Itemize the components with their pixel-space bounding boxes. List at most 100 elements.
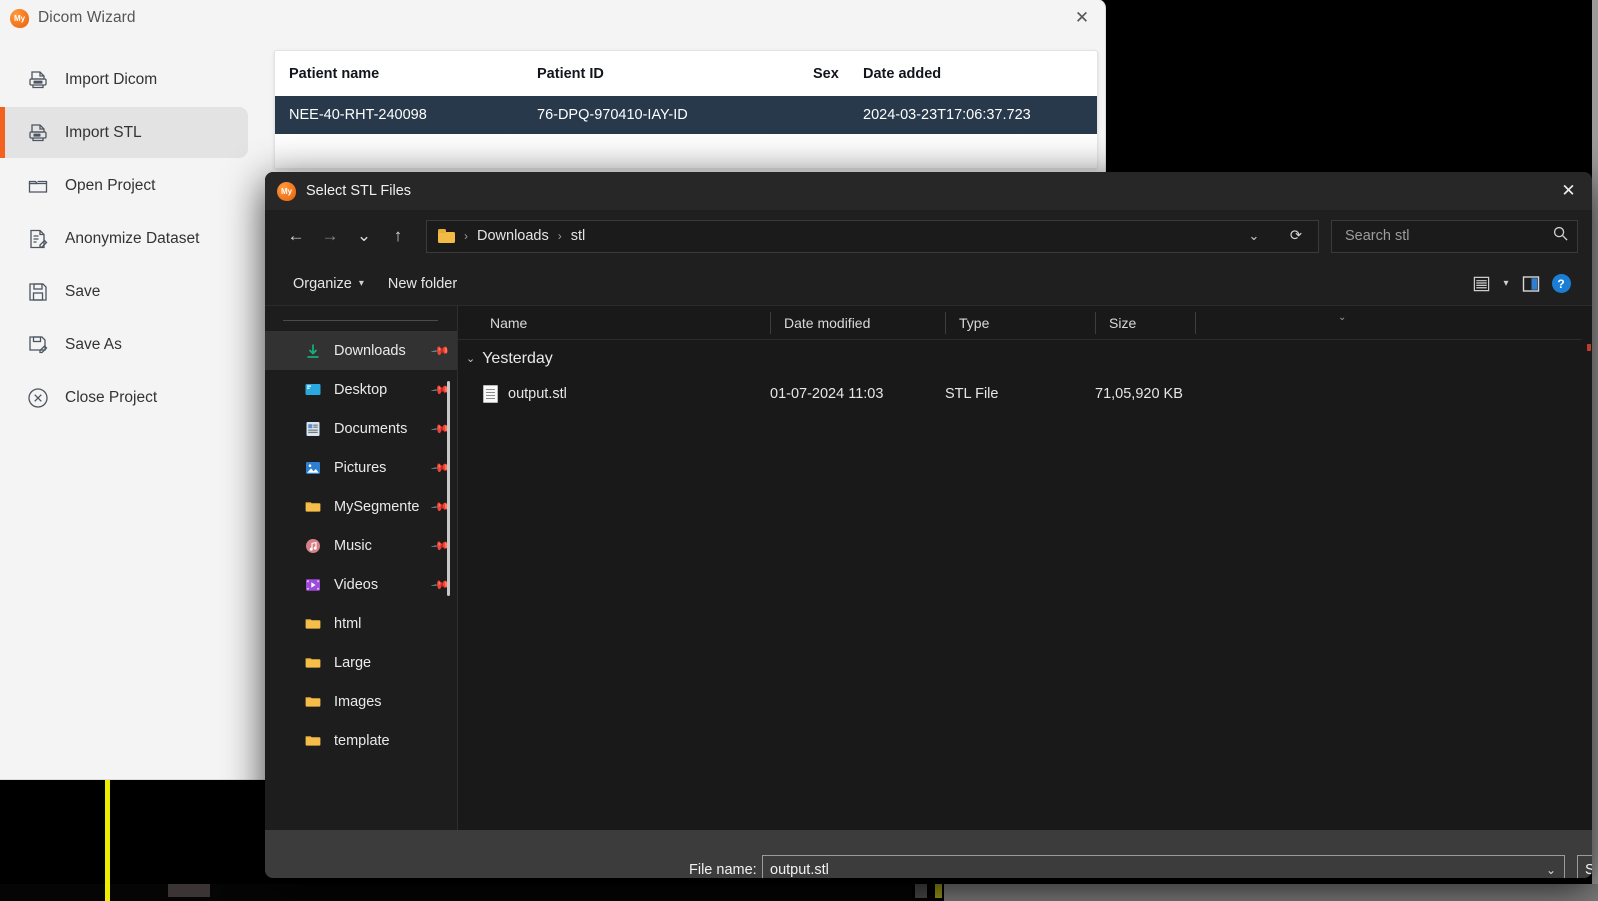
file-group-header-yesterday[interactable]: ⌄ Yesterday — [458, 340, 1592, 377]
sidebar-item-videos[interactable]: Videos 📌 — [265, 565, 458, 604]
sidebar-item-images[interactable]: Images — [265, 682, 458, 721]
pictures-icon — [303, 458, 322, 477]
refresh-icon[interactable]: ⟳ — [1278, 221, 1314, 252]
column-header-type[interactable]: Type — [945, 312, 1095, 334]
viewport-yellow-edge — [105, 775, 110, 901]
dialog-close-icon[interactable]: ✕ — [1545, 172, 1592, 210]
sidebar-item-mysegmente[interactable]: MySegmente 📌 — [265, 487, 458, 526]
folder-icon — [303, 731, 322, 750]
sidebar-item-save[interactable]: Save — [0, 266, 248, 317]
pin-icon[interactable]: 📌 — [430, 340, 450, 360]
file-list-scrollbar[interactable] — [1582, 339, 1592, 830]
sidebar-item-label: Import Dicom — [65, 71, 157, 89]
list-item[interactable]: output.stl 01-07-2024 11:03 STL File 71,… — [458, 377, 1592, 411]
search-icon[interactable] — [1552, 225, 1569, 247]
sidebar-item-label: Images — [334, 694, 448, 710]
sidebar-item-music[interactable]: Music 📌 — [265, 526, 458, 565]
file-list-header: Name Date modified Type Size ⌄ — [458, 306, 1592, 340]
organize-button[interactable]: Organize ▾ — [281, 269, 376, 299]
cell-patient-name: NEE-40-RHT-240098 — [275, 107, 537, 123]
file-type-combobox[interactable]: STL files (*.stl) ⌄ — [1577, 855, 1592, 878]
file-name-label: File name: — [689, 862, 757, 878]
file-type: STL File — [945, 386, 1095, 402]
column-header-patient-id[interactable]: Patient ID — [537, 66, 813, 82]
sidebar-item-import-stl[interactable]: Import STL — [0, 107, 248, 158]
column-header-patient-name[interactable]: Patient name — [275, 66, 537, 82]
breadcrumb-separator: › — [464, 229, 468, 243]
folder-icon — [438, 229, 455, 243]
select-stl-files-dialog: My Select STL Files ✕ ← → ⌄ ↑ › Download… — [265, 172, 1592, 878]
sidebar-item-label: Music — [334, 538, 421, 554]
sidebar-item-label: Save As — [65, 336, 122, 354]
address-bar[interactable]: › Downloads › stl ⌄ ⟳ — [426, 220, 1319, 253]
chevron-down-icon[interactable]: ⌄ — [1237, 221, 1271, 252]
sidebar-item-import-dicom[interactable]: Import Dicom — [0, 54, 248, 105]
sidebar-item-desktop[interactable]: Desktop 📌 — [265, 370, 458, 409]
circle-x-icon — [25, 385, 51, 411]
new-folder-label: New folder — [388, 276, 457, 292]
preview-pane-icon[interactable] — [1516, 270, 1546, 298]
dialog-content: Downloads 📌 Desktop 📌 Documents 📌 — [265, 306, 1592, 830]
search-input[interactable] — [1343, 227, 1552, 245]
sidebar-item-downloads[interactable]: Downloads 📌 — [265, 331, 458, 370]
videos-icon — [303, 575, 322, 594]
view-caret-icon[interactable]: ▾ — [1496, 270, 1516, 298]
new-folder-button[interactable]: New folder — [376, 269, 469, 299]
screen-bottom-marker — [168, 884, 210, 897]
sidebar-item-template[interactable]: template — [265, 721, 458, 760]
floppy-edit-icon — [25, 332, 51, 358]
help-icon[interactable]: ? — [1546, 270, 1576, 298]
patient-table-header: Patient name Patient ID Sex Date added — [275, 51, 1097, 96]
search-box[interactable] — [1331, 220, 1578, 253]
sidebar-item-close-project[interactable]: Close Project — [0, 372, 248, 423]
cell-date-added: 2024-03-23T17:06:37.723 — [863, 107, 1097, 123]
sidebar-scrollbar[interactable] — [447, 381, 450, 596]
column-header-date-modified[interactable]: Date modified — [770, 312, 945, 334]
sidebar-item-large[interactable]: Large — [265, 643, 458, 682]
patient-table-empty-area — [275, 134, 1097, 168]
column-header-date-added[interactable]: Date added — [863, 66, 1097, 82]
breadcrumb-separator: › — [558, 229, 562, 243]
list-view-icon[interactable] — [1466, 270, 1496, 298]
column-header-sex[interactable]: Sex — [813, 66, 863, 82]
file-list: Name Date modified Type Size ⌄ ⌄ Yesterd… — [458, 306, 1592, 830]
sidebar-item-pictures[interactable]: Pictures 📌 — [265, 448, 458, 487]
sidebar-item-label: Import STL — [65, 124, 142, 142]
sidebar-item-anonymize-dataset[interactable]: Anonymize Dataset — [0, 213, 248, 264]
file-name-cell: output.stl — [458, 385, 770, 403]
chevron-down-icon: ▾ — [359, 278, 364, 289]
app-title: Dicom Wizard — [38, 9, 136, 27]
sidebar-item-label: Close Project — [65, 389, 157, 407]
breadcrumb-stl[interactable]: stl — [571, 228, 586, 244]
chevron-down-icon[interactable]: ⌄ — [1538, 856, 1564, 878]
file-date-modified: 01-07-2024 11:03 — [770, 386, 945, 402]
scrollbar-marker — [1587, 344, 1591, 351]
column-header-name[interactable]: Name — [458, 312, 770, 334]
file-name: output.stl — [508, 386, 567, 402]
file-name-input[interactable] — [763, 861, 1538, 879]
sidebar-item-label: Downloads — [334, 343, 421, 359]
recent-locations-icon[interactable]: ⌄ — [347, 220, 381, 252]
sidebar-item-save-as[interactable]: Save As — [0, 319, 248, 370]
dialog-logo-icon: My — [277, 182, 296, 201]
sidebar-item-documents[interactable]: Documents 📌 — [265, 409, 458, 448]
column-header-size[interactable]: Size — [1095, 312, 1195, 334]
file-name-combobox[interactable]: ⌄ — [762, 855, 1565, 878]
printer-stl-icon — [25, 120, 51, 146]
forward-icon[interactable]: → — [313, 220, 347, 252]
chevron-down-icon[interactable]: ⌄ — [466, 352, 475, 365]
table-row[interactable]: NEE-40-RHT-240098 76-DPQ-970410-IAY-ID 2… — [275, 96, 1097, 134]
sidebar-item-label: Large — [334, 655, 448, 671]
sidebar-item-label: Desktop — [334, 382, 421, 398]
folder-icon — [303, 692, 322, 711]
sidebar-item-label: MySegmente — [334, 499, 421, 515]
folder-icon — [303, 497, 322, 516]
up-icon[interactable]: ↑ — [381, 220, 415, 252]
sidebar-item-html[interactable]: html — [265, 604, 458, 643]
back-icon[interactable]: ← — [279, 220, 313, 252]
app-close-icon[interactable]: ✕ — [1059, 0, 1105, 36]
sidebar-divider — [283, 320, 438, 321]
breadcrumb-downloads[interactable]: Downloads — [477, 228, 549, 244]
sidebar-item-open-project[interactable]: Open Project — [0, 160, 248, 211]
download-icon — [303, 341, 322, 360]
